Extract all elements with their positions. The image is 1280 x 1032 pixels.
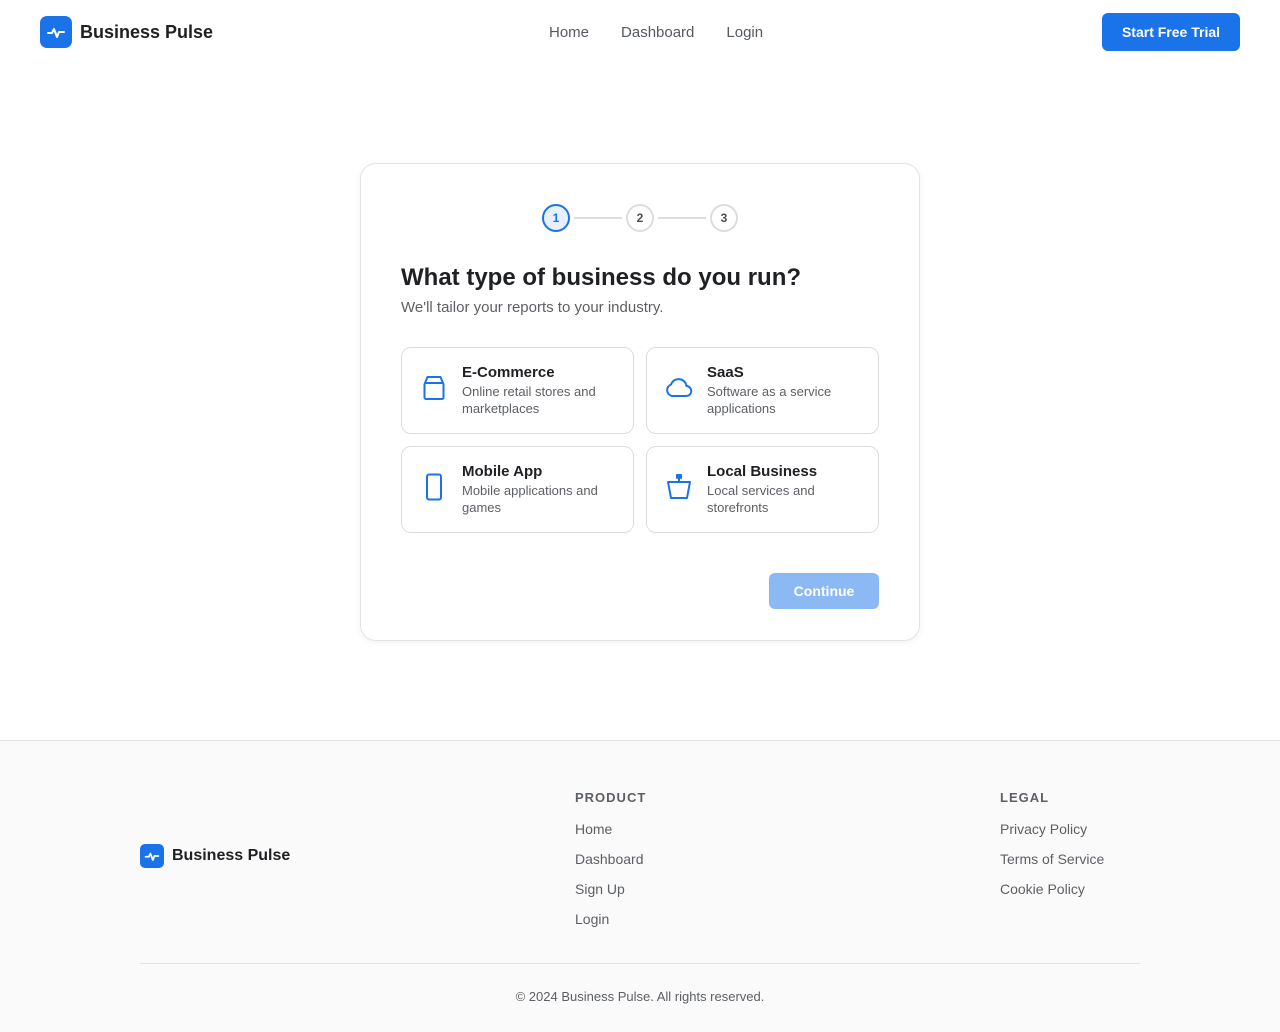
footer-link-login[interactable]: Login [575,911,646,941]
option-name: E-Commerce [462,364,555,381]
option-name: SaaS [707,364,744,381]
page-title: What type of business do you run? [401,264,802,291]
step-1-indicator: 1 [542,204,570,232]
business-type-options: E-Commerce Online retail stores and mark… [401,347,879,533]
card-actions: Continue [401,573,879,609]
footer-column-heading: LEGAL [1000,790,1050,805]
smartphone-icon [418,471,450,503]
footer-link-home[interactable]: Home [575,821,646,851]
brand-name: Business Pulse [80,21,214,42]
nav-dashboard-link[interactable]: Dashboard [621,24,694,41]
option-description: Local services and storefronts [707,483,815,515]
step-connector [658,217,706,219]
footer-divider [140,963,1140,964]
footer-brand-name: Business Pulse [172,847,291,864]
footer-link-terms-of-service[interactable]: Terms of Service [1000,851,1104,881]
footer-product-column: PRODUCT Home Dashboard Sign Up Login [575,789,646,941]
main-nav: Home Dashboard Login [549,0,763,64]
option-name: Local Business [707,463,818,480]
pulse-logo-icon [140,844,164,868]
nav-home-link[interactable]: Home [549,24,589,41]
onboarding-card: 1 2 3 What type of business do you run? … [360,163,920,641]
nav-login-link[interactable]: Login [726,24,763,41]
footer-link-sign-up[interactable]: Sign Up [575,881,646,911]
pulse-logo-icon [40,16,72,48]
page-subtitle: We'll tailor your reports to your indust… [401,299,664,316]
shopping-basket-icon [663,471,695,503]
brand[interactable]: Business Pulse [40,16,213,48]
step-connector [574,217,622,219]
option-local-business[interactable]: Local Business Local services and storef… [646,446,879,533]
cloud-icon [663,372,695,404]
option-ecommerce[interactable]: E-Commerce Online retail stores and mark… [401,347,634,434]
footer-column-heading: PRODUCT [575,790,647,805]
footer-link-dashboard[interactable]: Dashboard [575,851,646,881]
footer-legal-column: LEGAL Privacy Policy Terms of Service Co… [1000,789,1104,911]
start-free-trial-button[interactable]: Start Free Trial [1102,13,1240,51]
step-indicator: 1 2 3 [401,204,879,232]
step-3-indicator: 3 [710,204,738,232]
store-icon [418,372,450,404]
option-name: Mobile App [462,463,543,480]
option-mobile-app[interactable]: Mobile App Mobile applications and games [401,446,634,533]
footer-brand[interactable]: Business Pulse [140,844,290,868]
option-description: Online retail stores and marketplaces [462,384,596,416]
copyright-text: © 2024 Business Pulse. All rights reserv… [515,989,765,1004]
option-saas[interactable]: SaaS Software as a service applications [646,347,879,434]
footer-link-privacy-policy[interactable]: Privacy Policy [1000,821,1104,851]
site-header: Business Pulse Home Dashboard Login Star… [0,0,1280,64]
option-description: Mobile applications and games [462,483,598,515]
step-2-indicator: 2 [626,204,654,232]
site-footer: Business Pulse PRODUCT Home Dashboard Si… [0,740,1280,1032]
continue-button[interactable]: Continue [769,573,879,609]
option-description: Software as a service applications [707,384,832,416]
footer-link-cookie-policy[interactable]: Cookie Policy [1000,881,1104,911]
